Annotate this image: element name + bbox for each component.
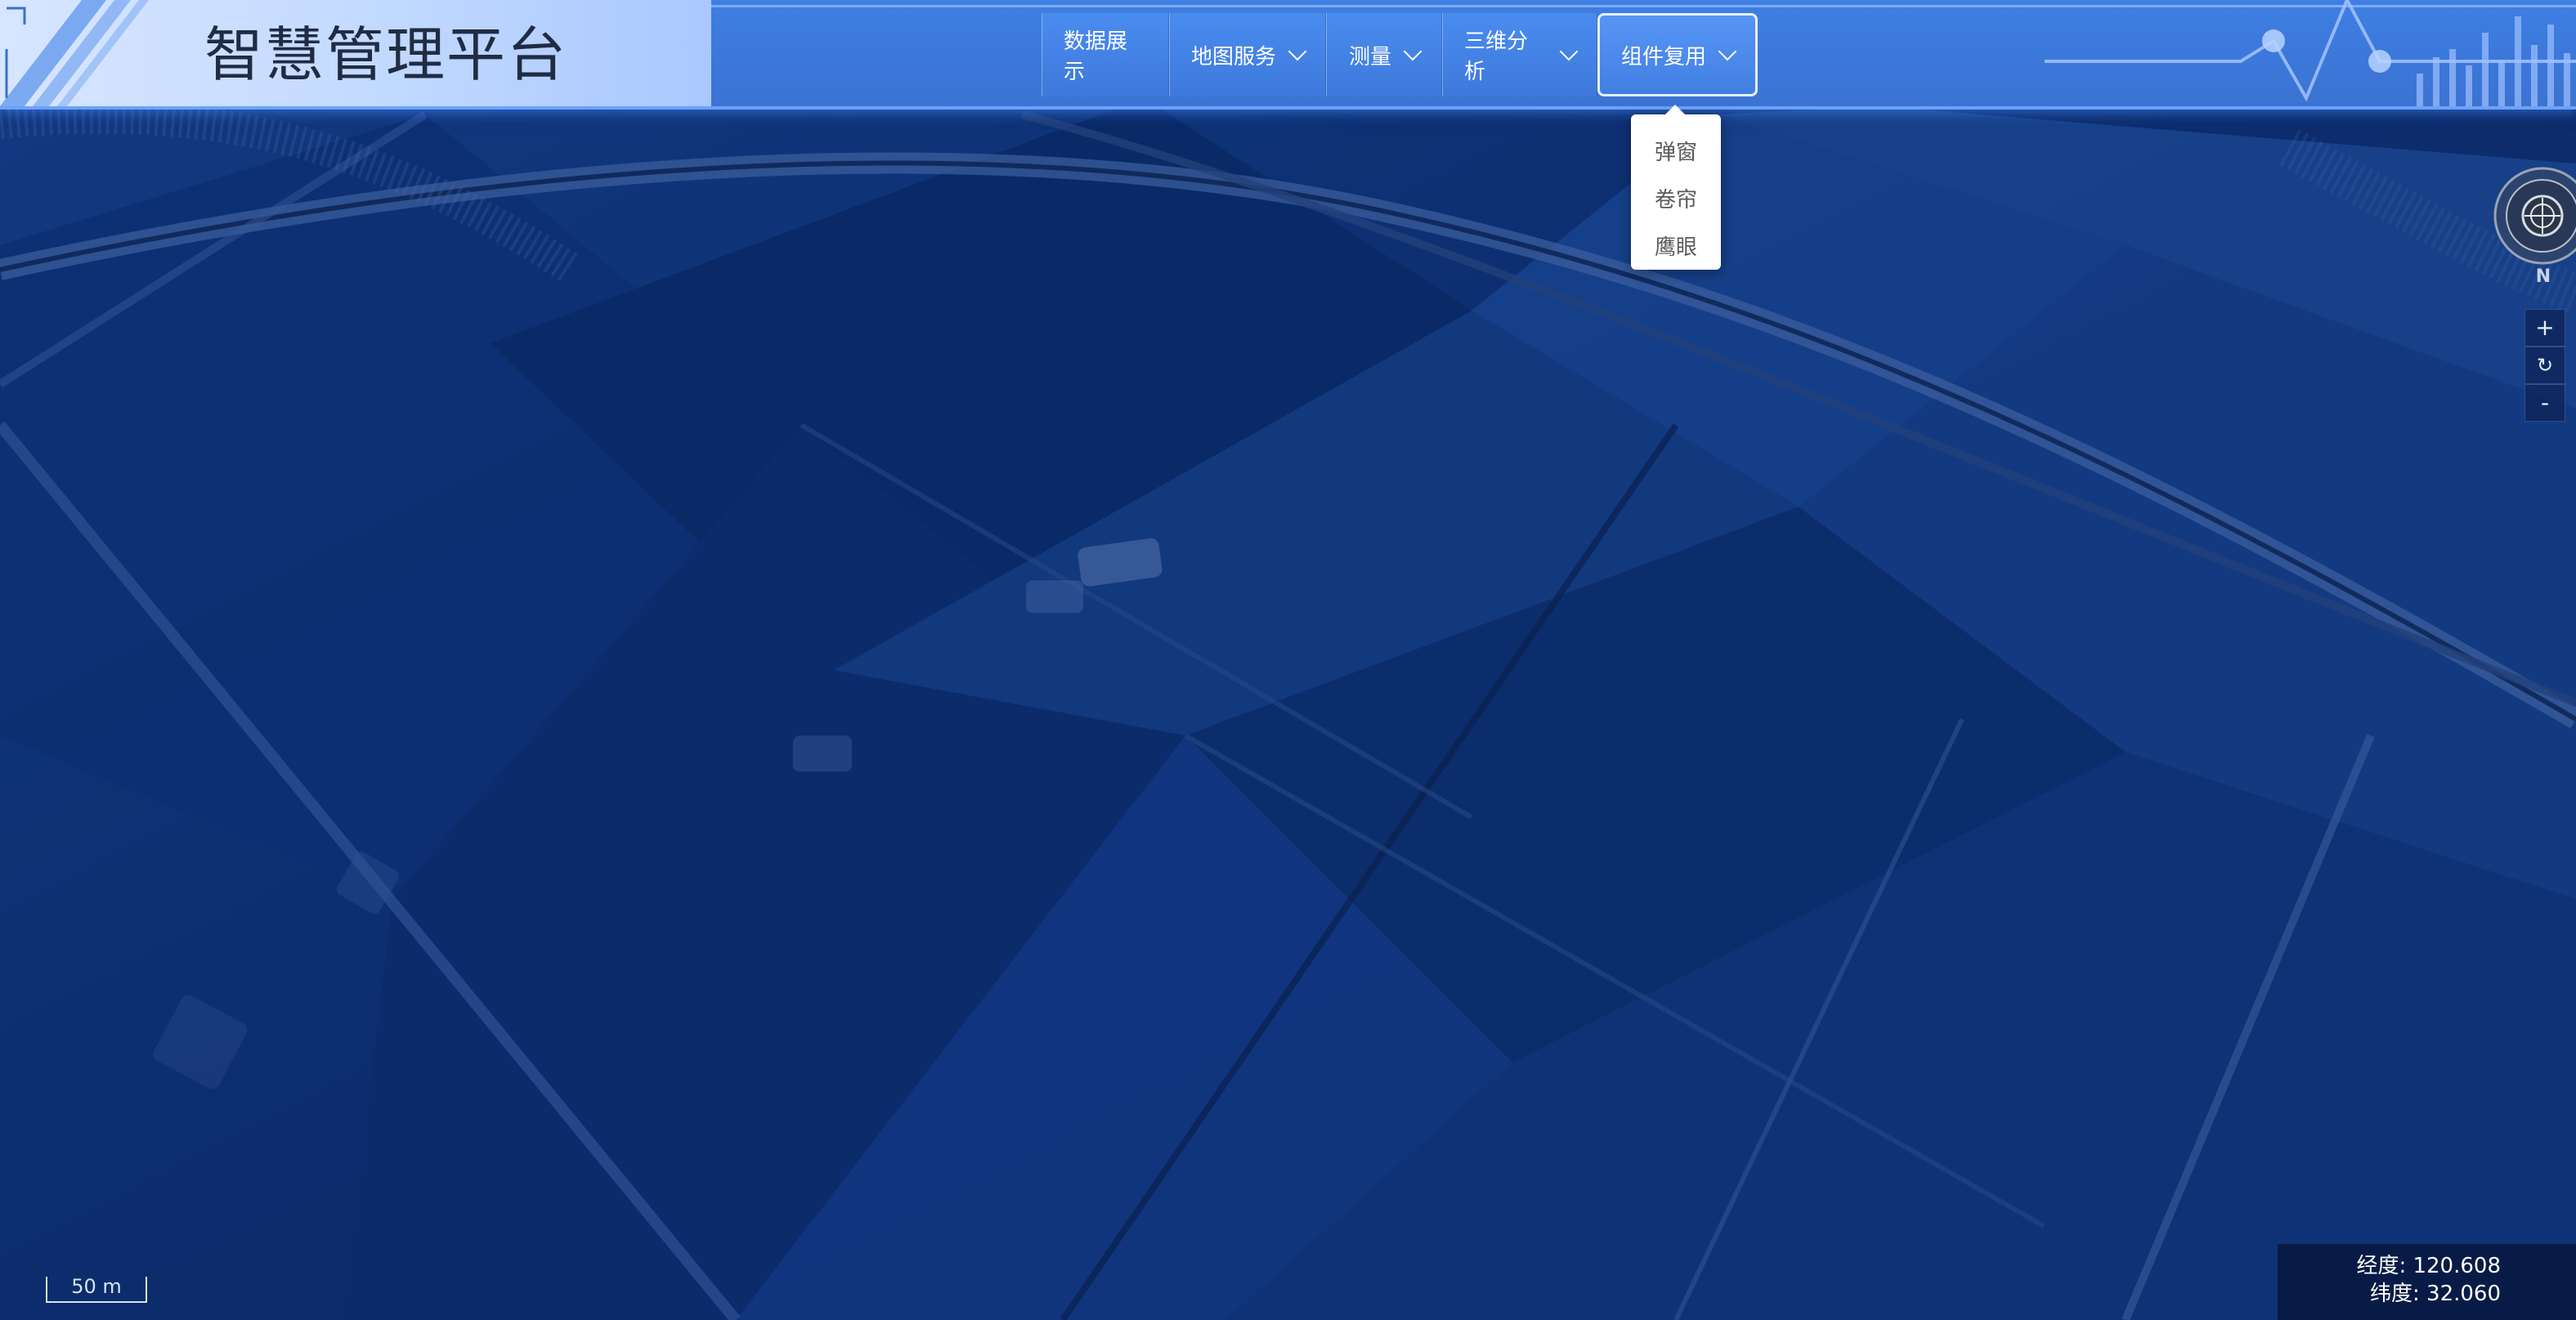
chevron-down-icon bbox=[1559, 42, 1579, 61]
longitude-text: 经度: 120.608 bbox=[2356, 1254, 2501, 1278]
nav-item-label: 数据展示 bbox=[1064, 29, 1128, 84]
top-header: 智慧管理平台 数据展示 地图服务 测量 三维分析 组件复用 bbox=[0, 0, 2576, 110]
nav-item-3d-analysis[interactable]: 三维分析 bbox=[1442, 13, 1597, 96]
component-reuse-dropdown: 弹窗 卷帘 鹰眼 bbox=[1631, 105, 1721, 271]
compass-north-label: N bbox=[2535, 266, 2551, 287]
nav-item-label: 地图服务 bbox=[1191, 44, 1277, 69]
dropdown-item-overview-map[interactable]: 鹰眼 bbox=[1631, 224, 1721, 271]
nav-item-label: 组件复用 bbox=[1621, 44, 1707, 69]
scale-bar: 50 m bbox=[46, 1277, 147, 1303]
chevron-down-icon bbox=[1718, 42, 1737, 61]
corner-stripes-decoration bbox=[0, 0, 149, 106]
nav-item-component-reuse[interactable]: 组件复用 bbox=[1597, 13, 1758, 96]
dropdown-item-popup[interactable]: 弹窗 bbox=[1631, 129, 1721, 177]
nav-item-map-services[interactable]: 地图服务 bbox=[1169, 13, 1326, 96]
main-nav: 数据展示 地图服务 测量 三维分析 组件复用 bbox=[1042, 13, 1758, 96]
dropdown-item-swipe[interactable]: 卷帘 bbox=[1631, 177, 1721, 224]
latitude-text: 纬度: 32.060 bbox=[2370, 1282, 2501, 1306]
scale-label: 50 m bbox=[71, 1275, 122, 1298]
chevron-down-icon bbox=[1288, 42, 1307, 61]
zoom-out-button[interactable]: - bbox=[2524, 384, 2565, 422]
app-title: 智慧管理平台 bbox=[204, 20, 568, 89]
zoom-controls: + ↻ - bbox=[2524, 309, 2565, 422]
zoom-in-button[interactable]: + bbox=[2524, 309, 2565, 347]
compass-icon[interactable] bbox=[2489, 163, 2576, 270]
title-panel: 智慧管理平台 bbox=[0, 0, 711, 106]
nav-item-label: 测量 bbox=[1348, 44, 1391, 69]
nav-item-measure[interactable]: 测量 bbox=[1326, 13, 1442, 96]
dropdown-pointer bbox=[1664, 105, 1686, 115]
satellite-imagery bbox=[0, 0, 2576, 1320]
header-wave-decoration bbox=[2045, 0, 2576, 106]
chevron-down-icon bbox=[1403, 42, 1422, 61]
nav-item-data-display[interactable]: 数据展示 bbox=[1042, 13, 1169, 96]
coordinate-readout: 经度: 120.608 纬度: 32.060 bbox=[2278, 1244, 2576, 1320]
map-viewport[interactable] bbox=[0, 0, 2576, 1320]
nav-item-label: 三维分析 bbox=[1464, 29, 1529, 84]
reset-view-button[interactable]: ↻ bbox=[2524, 347, 2565, 384]
